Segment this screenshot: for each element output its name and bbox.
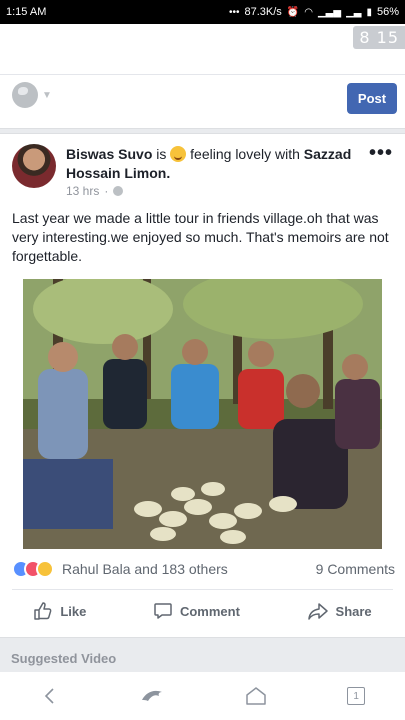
network-speed: 87.3K/s bbox=[244, 6, 282, 18]
post-body: Last year we made a little tour in frien… bbox=[12, 210, 389, 264]
globe-icon bbox=[12, 82, 38, 108]
signal-icon: ▁▃▅ bbox=[317, 6, 342, 18]
alarm-icon: ⏰ bbox=[286, 6, 300, 18]
suggested-video-heading: Suggested Video bbox=[11, 651, 117, 666]
post-meta: 13 hrs · bbox=[66, 184, 124, 198]
wifi-icon: ◠ bbox=[304, 6, 313, 18]
share-label: Share bbox=[335, 603, 372, 619]
post-photo[interactable] bbox=[23, 279, 382, 549]
battery-icon: ▮ bbox=[366, 6, 372, 18]
home-icon[interactable] bbox=[245, 686, 267, 706]
composer-divider bbox=[0, 74, 405, 75]
wow-reaction-icon bbox=[36, 560, 54, 578]
connector-is: is bbox=[156, 146, 167, 162]
like-label: Like bbox=[60, 603, 87, 619]
like-button[interactable]: Like bbox=[33, 596, 86, 626]
comment-icon bbox=[154, 603, 172, 619]
share-button[interactable]: Share bbox=[307, 596, 372, 626]
battery-level: 56% bbox=[376, 6, 399, 18]
comment-label: Comment bbox=[179, 603, 240, 619]
avatar[interactable] bbox=[12, 144, 56, 188]
photo-illustration bbox=[23, 279, 382, 549]
status-bar: 1:15 AM ••• 87.3K/s ⏰ ◠ ▁▃▅ ▁▃ ▮ 56% bbox=[0, 0, 405, 24]
chevron-down-icon: ▼ bbox=[42, 89, 52, 101]
post-button[interactable]: Post bbox=[347, 83, 397, 114]
actions-divider bbox=[12, 589, 393, 590]
privacy-selector[interactable]: ▼ bbox=[12, 82, 52, 108]
character-counter: 8 15 bbox=[353, 26, 405, 49]
comments-count[interactable]: 9 Comments bbox=[316, 561, 395, 577]
more-options-button[interactable]: ••• bbox=[369, 142, 393, 165]
tab-count: 1 bbox=[353, 690, 359, 702]
system-nav-bar: 1 bbox=[0, 672, 405, 720]
status-indicators: ••• 87.3K/s ⏰ ◠ ▁▃▅ ▁▃ ▮ 56% bbox=[229, 6, 399, 18]
post-card: Biswas Suvo is feeling lovely with Sazza… bbox=[0, 133, 405, 638]
dolphin-icon[interactable] bbox=[140, 686, 166, 706]
post-time[interactable]: 13 hrs bbox=[66, 184, 99, 198]
reaction-icons bbox=[12, 560, 54, 578]
reactions-row: Rahul Bala and 183 others 9 Comments bbox=[12, 560, 395, 578]
composer: 8 15 ▼ Post bbox=[0, 24, 405, 129]
status-time: 1:15 AM bbox=[6, 6, 47, 18]
thumbs-up-icon bbox=[34, 602, 52, 620]
share-icon bbox=[307, 603, 328, 620]
reactions-text: Rahul Bala and 183 others bbox=[62, 561, 228, 577]
back-icon[interactable] bbox=[40, 686, 60, 706]
comment-button[interactable]: Comment bbox=[153, 596, 240, 626]
feeling-text: feeling lovely with bbox=[190, 146, 300, 162]
post-header: Biswas Suvo is feeling lovely with Sazza… bbox=[66, 145, 356, 183]
author-name[interactable]: Biswas Suvo bbox=[66, 146, 152, 162]
feeling-emoji-icon bbox=[170, 146, 187, 162]
reaction-summary[interactable]: Rahul Bala and 183 others bbox=[12, 560, 228, 578]
public-globe-icon bbox=[113, 186, 124, 196]
dots-icon: ••• bbox=[228, 6, 240, 18]
tabs-button[interactable]: 1 bbox=[347, 687, 366, 705]
post-actions: Like Comment Share bbox=[0, 596, 405, 626]
signal2-icon: ▁▃ bbox=[346, 6, 362, 18]
